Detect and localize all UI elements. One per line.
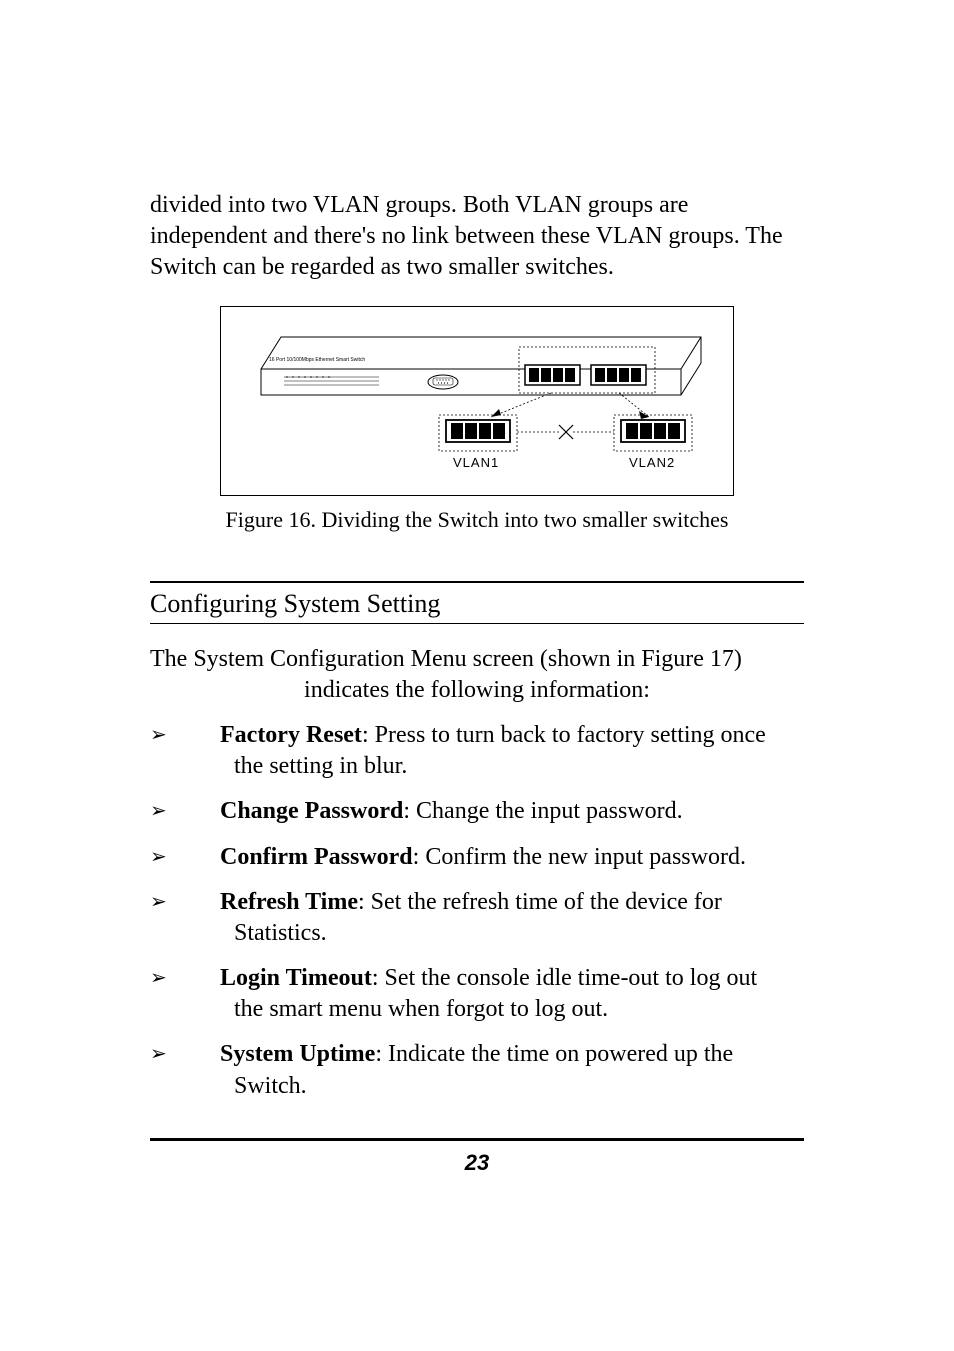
vlan2-label: VLAN2 [629, 455, 675, 470]
page: divided into two VLAN groups. Both VLAN … [0, 0, 954, 1351]
figure-wrap: 16 Port 10/100Mbps Ethernet Smart Switch… [150, 306, 804, 533]
section-intro-line1: The System Configuration Menu screen (sh… [150, 646, 742, 672]
bullet-desc: : Confirm the new input password. [413, 844, 746, 870]
bullet-term: Refresh Time [220, 889, 358, 915]
bullet-icon: ➢ [150, 796, 220, 824]
bullet-desc: : Set the console idle time-out to log o… [372, 965, 757, 991]
figure-caption: Figure 16. Dividing the Switch into two … [150, 507, 804, 533]
section-heading: Configuring System Setting [150, 581, 804, 624]
vlan1-label: VLAN1 [453, 455, 499, 470]
bullet-desc: : Change the input password. [403, 798, 682, 824]
list-item: ➢ Factory Reset: Press to turn back to f… [150, 720, 804, 782]
section-intro: The System Configuration Menu screen (sh… [150, 644, 804, 706]
list-item: ➢ System Uptime: Indicate the time on po… [150, 1039, 804, 1101]
bullet-icon: ➢ [150, 887, 220, 915]
page-number: 23 [0, 1150, 954, 1176]
bullet-list: ➢ Factory Reset: Press to turn back to f… [150, 720, 804, 1102]
bullet-desc-cont: the setting in blur. [220, 751, 804, 782]
figure-switch-diagram: 16 Port 10/100Mbps Ethernet Smart Switch… [220, 306, 734, 496]
bullet-desc-cont: the smart menu when forgot to log out. [220, 994, 804, 1025]
bullet-term: Login Timeout [220, 965, 372, 991]
list-item: ➢ Change Password: Change the input pass… [150, 796, 804, 827]
section-intro-line2: indicates the following information: [150, 675, 804, 706]
list-item: ➢ Confirm Password: Confirm the new inpu… [150, 842, 804, 873]
bullet-icon: ➢ [150, 842, 220, 870]
bullet-desc-cont: Switch. [220, 1071, 804, 1102]
bullet-icon: ➢ [150, 720, 220, 748]
bullet-term: Change Password [220, 798, 403, 824]
list-item: ➢ Login Timeout: Set the console idle ti… [150, 963, 804, 1025]
bullet-desc-cont: Statistics. [220, 918, 804, 949]
footer-rule [150, 1138, 804, 1141]
bullet-desc: : Press to turn back to factory setting … [362, 722, 766, 748]
bullet-desc: : Set the refresh time of the device for [358, 889, 722, 915]
bullet-term: Confirm Password [220, 844, 413, 870]
intro-paragraph: divided into two VLAN groups. Both VLAN … [150, 190, 804, 284]
bullet-term: System Uptime [220, 1041, 375, 1067]
bullet-term: Factory Reset [220, 722, 362, 748]
list-item: ➢ Refresh Time: Set the refresh time of … [150, 887, 804, 949]
switch-model-label: 16 Port 10/100Mbps Ethernet Smart Switch [269, 357, 365, 363]
bullet-desc: : Indicate the time on powered up the [375, 1041, 733, 1067]
bullet-icon: ➢ [150, 1039, 220, 1067]
bullet-icon: ➢ [150, 963, 220, 991]
